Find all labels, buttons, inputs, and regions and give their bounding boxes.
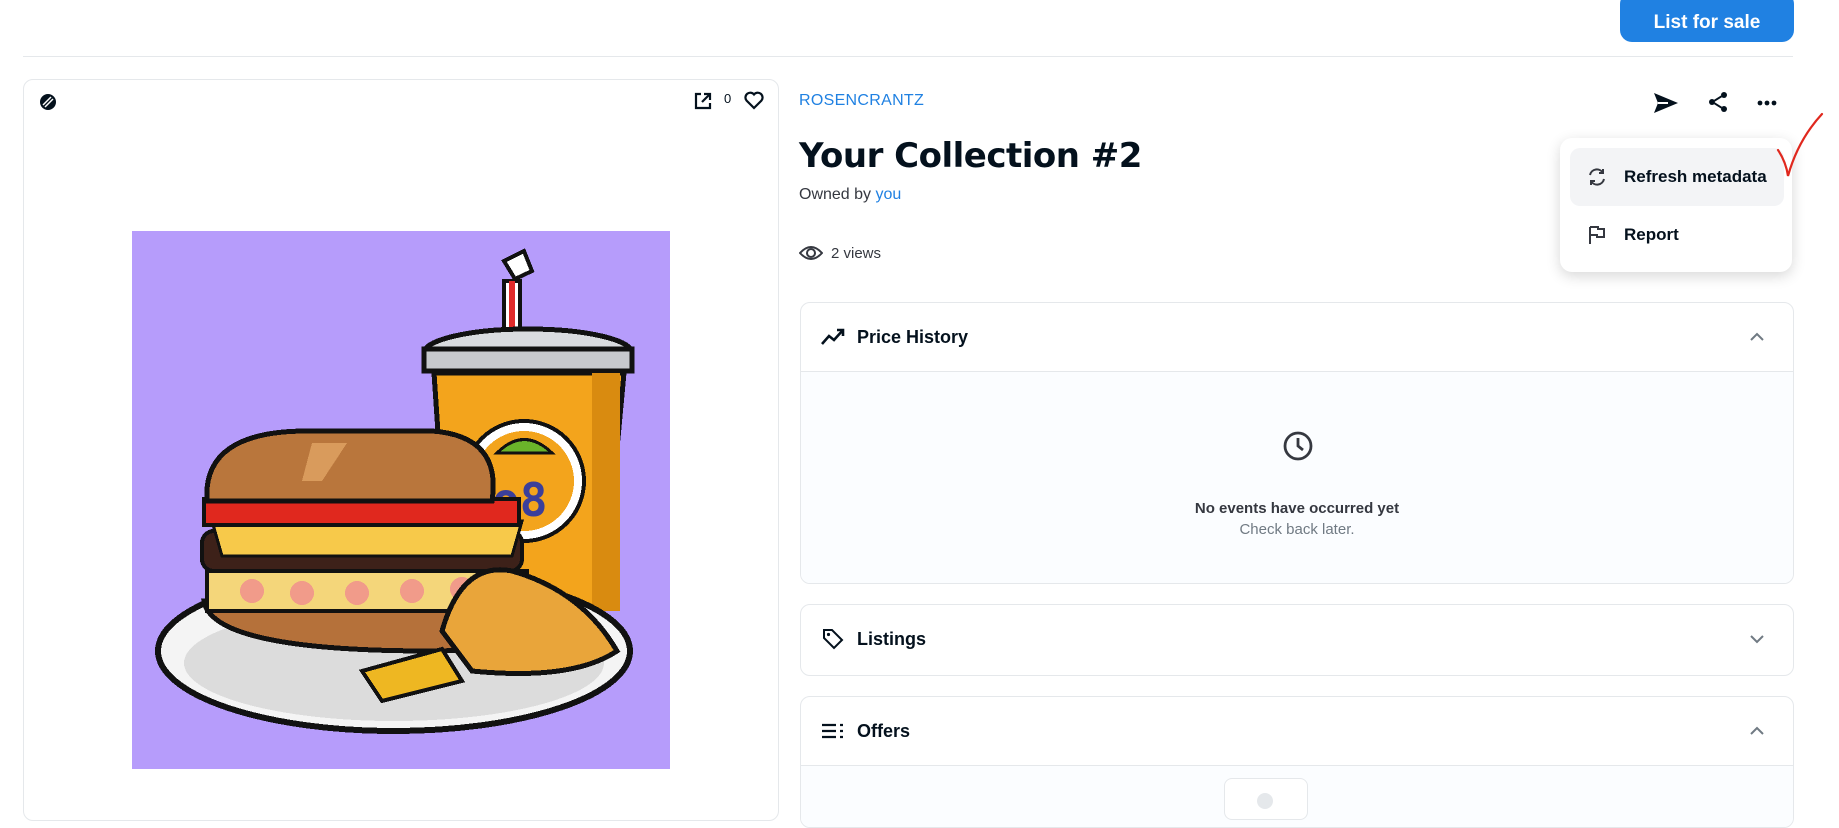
more-options-menu: Refresh metadata Report xyxy=(1560,138,1792,272)
owner-link[interactable]: you xyxy=(876,186,902,203)
refresh-metadata-label: Refresh metadata xyxy=(1624,167,1767,186)
chevron-up-icon[interactable] xyxy=(1747,327,1767,347)
heart-icon[interactable] xyxy=(742,88,766,112)
listings-panel: Listings xyxy=(800,604,1794,676)
favorite-count: 0 xyxy=(724,91,732,106)
empty-state-title: No events have occurred yet xyxy=(1194,500,1400,517)
flag-icon xyxy=(1589,226,1605,244)
price-history-label: Price History xyxy=(857,326,969,347)
header-divider xyxy=(23,56,1793,57)
chevron-down-icon[interactable] xyxy=(1747,629,1767,649)
list-for-sale-button[interactable]: List for sale xyxy=(1620,0,1794,42)
item-title: Your Collection #2 xyxy=(799,136,1142,176)
price-history-header[interactable]: Price History xyxy=(801,303,1793,371)
listings-label: Listings xyxy=(857,628,927,649)
report-label: Report xyxy=(1624,225,1679,244)
nft-artwork-image: o8 xyxy=(132,231,670,769)
empty-state-subtitle: Check back later. xyxy=(1239,521,1355,538)
offers-panel: Offers xyxy=(800,696,1794,828)
price-history-body: No events have occurred yet Check back l… xyxy=(801,371,1793,583)
views-count: 2 views xyxy=(799,244,881,262)
clock-icon xyxy=(1283,431,1313,461)
owned-by: Owned by you xyxy=(799,186,901,204)
checkmark-annotation-icon xyxy=(1776,112,1824,177)
tag-icon xyxy=(823,629,844,650)
views-label: 2 views xyxy=(831,244,882,262)
refresh-icon xyxy=(1589,168,1605,186)
chevron-up-icon[interactable] xyxy=(1747,721,1767,741)
owned-by-label: Owned by xyxy=(799,186,872,203)
report-menu-item[interactable]: Report xyxy=(1570,206,1784,264)
refresh-metadata-menu-item[interactable]: Refresh metadata xyxy=(1570,148,1784,206)
offers-label: Offers xyxy=(857,720,911,741)
offers-placeholder-graphic xyxy=(1224,778,1308,820)
price-history-panel: Price History No events have occurred ye… xyxy=(800,302,1794,584)
trending-icon xyxy=(821,328,845,345)
offers-body xyxy=(801,765,1793,827)
send-icon[interactable] xyxy=(1652,90,1680,116)
ethereum-chain-icon[interactable] xyxy=(38,92,58,112)
listings-header[interactable]: Listings xyxy=(801,605,1793,673)
share-icon[interactable] xyxy=(1706,90,1730,114)
offers-header[interactable]: Offers xyxy=(801,697,1793,765)
external-link-icon[interactable] xyxy=(692,90,714,112)
eye-icon xyxy=(799,246,823,260)
collection-link[interactable]: ROSENCRANTZ xyxy=(799,92,924,110)
list-icon xyxy=(822,723,843,739)
